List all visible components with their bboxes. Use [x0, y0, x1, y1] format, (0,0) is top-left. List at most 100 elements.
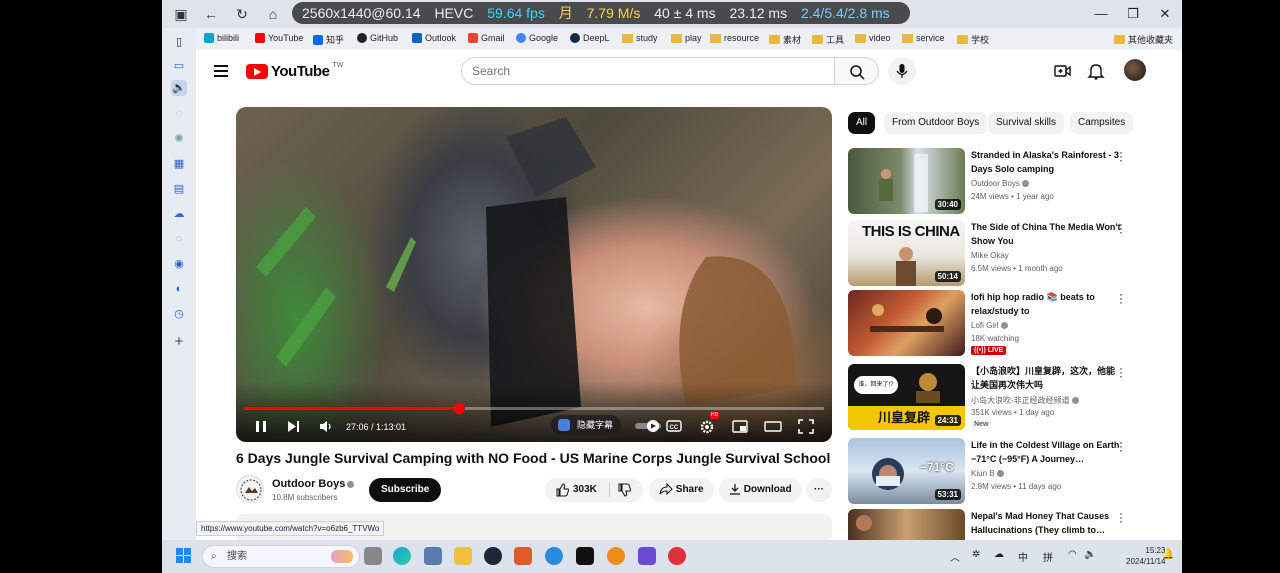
chip-campsites[interactable]: Campsites: [1070, 112, 1134, 134]
calendar-icon[interactable]: ▦: [171, 156, 187, 172]
netease-music-icon[interactable]: [668, 547, 686, 565]
gear-icon[interactable]: ✺: [171, 131, 187, 147]
app-icon[interactable]: [638, 547, 656, 565]
youtube-logo[interactable]: YouTube TW: [246, 62, 343, 80]
dislike-button[interactable]: [617, 483, 631, 507]
chip-from-outdoor-boys[interactable]: From Outdoor Boys: [884, 112, 988, 134]
captions-button[interactable]: CC: [666, 417, 682, 435]
bookmark-outlook[interactable]: Outlook: [412, 33, 456, 43]
video-thumbnail[interactable]: [848, 290, 965, 356]
more-vertical-icon[interactable]: · · ·: [1118, 507, 1124, 527]
share-button[interactable]: Share: [649, 478, 714, 502]
video-title[interactable]: lofi hip hop radio 📚 beats to relax/stud…: [971, 290, 1121, 318]
video-title[interactable]: Stranded in Alaska's Rainforest - 3 Days…: [971, 148, 1121, 176]
sidebar-app-icon[interactable]: ◌: [171, 106, 187, 122]
edge-icon[interactable]: ◐: [171, 281, 187, 297]
video-thumbnail[interactable]: THIS IS CHINA 50:14: [848, 220, 965, 286]
home-icon[interactable]: ⌂: [264, 5, 282, 23]
clock-icon[interactable]: ◷: [171, 306, 187, 322]
video-title[interactable]: The Side of China The Media Won't Show Y…: [971, 220, 1121, 248]
tray-app-icon[interactable]: ✲: [972, 549, 980, 560]
folder-study[interactable]: study: [622, 33, 658, 43]
download-button[interactable]: Download: [719, 478, 802, 502]
theater-mode-button[interactable]: [764, 417, 782, 435]
folder-tools[interactable]: 工具: [812, 33, 844, 46]
more-vertical-icon[interactable]: · · ·: [1118, 218, 1124, 238]
start-button[interactable]: [176, 548, 192, 564]
refresh-icon[interactable]: ↻: [233, 5, 251, 23]
qq-icon[interactable]: [576, 547, 594, 565]
video-title[interactable]: Life in the Coldest Village on Earth −71…: [971, 438, 1121, 466]
search-button[interactable]: [835, 57, 879, 85]
restore-button[interactable]: ❐: [1118, 4, 1148, 24]
sidebar-app-icon[interactable]: ▭: [171, 58, 187, 74]
folder-other-bookmarks[interactable]: 其他收藏夹: [1114, 33, 1173, 46]
fullscreen-button[interactable]: [798, 417, 814, 435]
video-thumbnail[interactable]: −71°C 53:31: [848, 438, 965, 504]
tab-strip-icon[interactable]: ▯: [171, 34, 187, 50]
app-icon[interactable]: [545, 547, 563, 565]
workspaces-icon[interactable]: ▣: [172, 5, 190, 23]
wifi-icon[interactable]: ◠: [1068, 549, 1077, 560]
notification-bell-icon[interactable]: 🔔: [1162, 549, 1174, 560]
globe-icon[interactable]: ◉: [171, 256, 187, 272]
more-vertical-icon[interactable]: · · ·: [1118, 146, 1124, 166]
video-thumbnail[interactable]: 谁，回来了!? 川皇复辟 24:31: [848, 364, 965, 430]
video-channel[interactable]: Mike Okay: [971, 251, 1009, 260]
notifications-button[interactable]: [1086, 61, 1106, 81]
grid-icon[interactable]: ▤: [171, 181, 187, 197]
folder-resource[interactable]: resource: [710, 33, 759, 43]
cloud-icon[interactable]: ☁: [171, 206, 187, 222]
add-icon[interactable]: +: [171, 334, 187, 350]
progress-scrubber[interactable]: [453, 403, 465, 414]
file-explorer-icon[interactable]: [454, 547, 472, 565]
speaker-icon[interactable]: 🔈: [1084, 549, 1096, 560]
bookmark-google[interactable]: Google: [516, 33, 558, 43]
ime-mode[interactable]: 拼: [1043, 549, 1053, 564]
settings-app-icon[interactable]: [424, 547, 442, 565]
onedrive-icon[interactable]: ☁: [994, 549, 1004, 560]
task-view-icon[interactable]: [364, 547, 382, 565]
bookmark-bilibili[interactable]: bilibili: [204, 33, 239, 43]
search-input[interactable]: [461, 57, 835, 85]
folder-video[interactable]: video: [855, 33, 891, 43]
app-icon[interactable]: [514, 547, 532, 565]
create-button[interactable]: [1052, 61, 1072, 81]
video-title[interactable]: Nepal's Mad Honey That Causes Hallucinat…: [971, 509, 1121, 537]
recommended-video[interactable]: 谁，回来了!? 川皇复辟 24:31 【小岛浪吹】川皇复辟，这次，他能让美国再次…: [848, 362, 1138, 430]
speaker-icon[interactable]: 🔈: [171, 80, 187, 96]
app-icon[interactable]: [607, 547, 625, 565]
video-thumbnail[interactable]: [848, 509, 965, 540]
channel-avatar[interactable]: [236, 475, 264, 503]
more-vertical-icon[interactable]: · · ·: [1118, 436, 1124, 456]
more-vertical-icon[interactable]: · · ·: [1118, 288, 1124, 308]
edge-browser-icon[interactable]: [393, 547, 411, 565]
sidebar-app-icon[interactable]: ○: [171, 231, 187, 247]
close-button[interactable]: ✕: [1150, 4, 1180, 24]
video-channel[interactable]: 小岛大浪吹-非正经政经频道: [971, 395, 1079, 406]
minimize-button[interactable]: —: [1086, 4, 1116, 24]
volume-button[interactable]: [318, 417, 334, 435]
video-channel[interactable]: Lofi Girl: [971, 321, 1008, 330]
menu-icon[interactable]: [214, 65, 228, 77]
taskbar-search[interactable]: ⌕ 搜索: [202, 545, 360, 568]
pause-button[interactable]: [254, 417, 268, 435]
subscribe-button[interactable]: Subscribe: [369, 478, 442, 502]
miniplayer-button[interactable]: [732, 417, 748, 435]
steam-icon[interactable]: [484, 547, 502, 565]
video-title[interactable]: 【小岛浪吹】川皇复辟，这次，他能让美国再次伟大吗: [971, 364, 1121, 392]
back-icon[interactable]: ←: [202, 5, 220, 23]
more-vertical-icon[interactable]: · · ·: [1118, 362, 1124, 382]
bookmark-youtube[interactable]: YouTube: [255, 33, 303, 43]
autoplay-toggle[interactable]: [634, 417, 662, 435]
bookmark-gmail[interactable]: Gmail: [468, 33, 505, 43]
folder-service[interactable]: service: [902, 33, 945, 43]
folder-school[interactable]: 学校: [957, 33, 989, 46]
folder-play[interactable]: play: [671, 33, 702, 43]
folder-sucai[interactable]: 素材: [769, 33, 801, 46]
system-clock[interactable]: 15:23 2024/11/14: [1126, 545, 1165, 567]
video-channel[interactable]: Kiun B: [971, 469, 1004, 478]
account-avatar[interactable]: [1124, 59, 1146, 81]
progress-bar[interactable]: [244, 403, 824, 414]
channel-name[interactable]: Outdoor Boys: [272, 478, 355, 490]
